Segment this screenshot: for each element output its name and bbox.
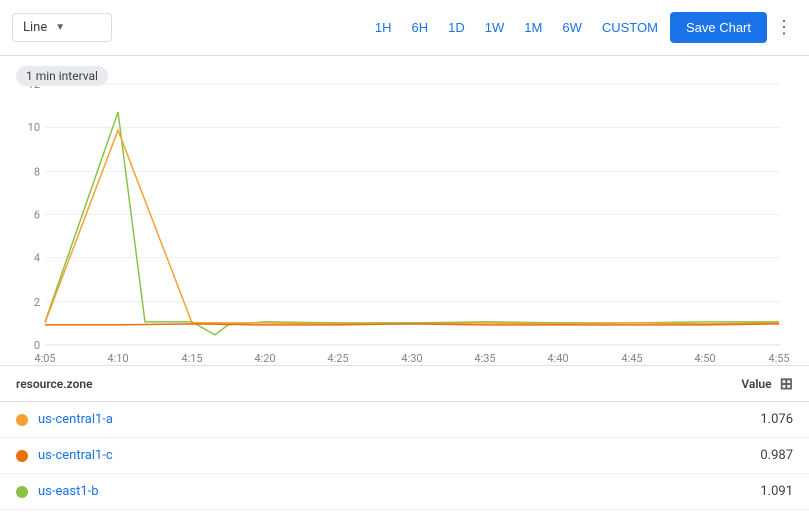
legend-value-0: 1.076: [760, 412, 793, 427]
chart-type-label: Line: [23, 20, 47, 35]
svg-text:4: 4: [34, 252, 40, 265]
series-us-central1-a: [45, 130, 779, 324]
columns-icon[interactable]: ⊞: [780, 374, 793, 393]
legend-table: resource.zone Value ⊞ us-central1-a 1.07…: [0, 366, 809, 510]
svg-text:6: 6: [34, 208, 40, 221]
time-range-1h[interactable]: 1H: [367, 15, 400, 40]
svg-text:4:55: 4:55: [768, 352, 789, 365]
svg-text:4:50: 4:50: [694, 352, 715, 365]
legend-header: resource.zone Value ⊞: [0, 366, 809, 402]
legend-label-2[interactable]: us-east1-b: [38, 484, 760, 499]
legend-value-1: 0.987: [760, 448, 793, 463]
legend-dot-2: [16, 486, 28, 498]
save-chart-button[interactable]: Save Chart: [670, 12, 767, 43]
svg-text:4:20: 4:20: [254, 352, 275, 365]
legend-dot-0: [16, 414, 28, 426]
legend-row-2: us-east1-b 1.091: [0, 474, 809, 510]
series-us-east1-b: [45, 112, 779, 335]
legend-header-label: resource.zone: [16, 377, 93, 391]
more-options-icon[interactable]: ⋮: [771, 13, 797, 42]
legend-label-1[interactable]: us-central1-c: [38, 448, 760, 463]
legend-value-label: Value: [741, 377, 771, 391]
chart-type-selector[interactable]: Line ▼: [12, 13, 112, 42]
svg-text:4:45: 4:45: [621, 352, 642, 365]
time-range-controls: 1H 6H 1D 1W 1M 6W CUSTOM Save Chart ⋮: [367, 12, 797, 43]
legend-header-right: Value ⊞: [741, 374, 793, 393]
time-range-1m[interactable]: 1M: [516, 15, 550, 40]
chart-svg-wrapper: 12 10 8 6 4 2 0 4:05 4:10 4:15 4:20 4:25…: [0, 64, 809, 365]
time-range-6w[interactable]: 6W: [554, 15, 590, 40]
svg-text:2: 2: [34, 296, 40, 309]
time-range-1d[interactable]: 1D: [440, 15, 473, 40]
legend-value-2: 1.091: [760, 484, 793, 499]
svg-text:0: 0: [34, 339, 40, 352]
svg-text:10: 10: [28, 121, 40, 134]
time-range-custom[interactable]: CUSTOM: [594, 15, 666, 40]
line-chart: 12 10 8 6 4 2 0 4:05 4:10 4:15 4:20 4:25…: [0, 64, 809, 365]
svg-text:4:30: 4:30: [401, 352, 422, 365]
svg-text:4:40: 4:40: [547, 352, 568, 365]
header: Line ▼ 1H 6H 1D 1W 1M 6W CUSTOM Save Cha…: [0, 0, 809, 56]
svg-text:4:10: 4:10: [107, 352, 128, 365]
legend-row-0: us-central1-a 1.076: [0, 402, 809, 438]
legend-dot-1: [16, 450, 28, 462]
chart-area: 1 min interval 12 10 8 6 4 2 0 4:05: [0, 56, 809, 366]
legend-label-0[interactable]: us-central1-a: [38, 412, 760, 427]
chevron-down-icon: ▼: [55, 22, 65, 33]
svg-text:4:35: 4:35: [474, 352, 495, 365]
svg-text:4:25: 4:25: [327, 352, 348, 365]
time-range-6h[interactable]: 6H: [404, 15, 437, 40]
svg-text:8: 8: [34, 165, 40, 178]
legend-row-1: us-central1-c 0.987: [0, 438, 809, 474]
interval-badge: 1 min interval: [16, 66, 108, 86]
time-range-1w[interactable]: 1W: [477, 15, 513, 40]
svg-text:4:15: 4:15: [181, 352, 202, 365]
svg-text:4:05: 4:05: [34, 352, 55, 365]
